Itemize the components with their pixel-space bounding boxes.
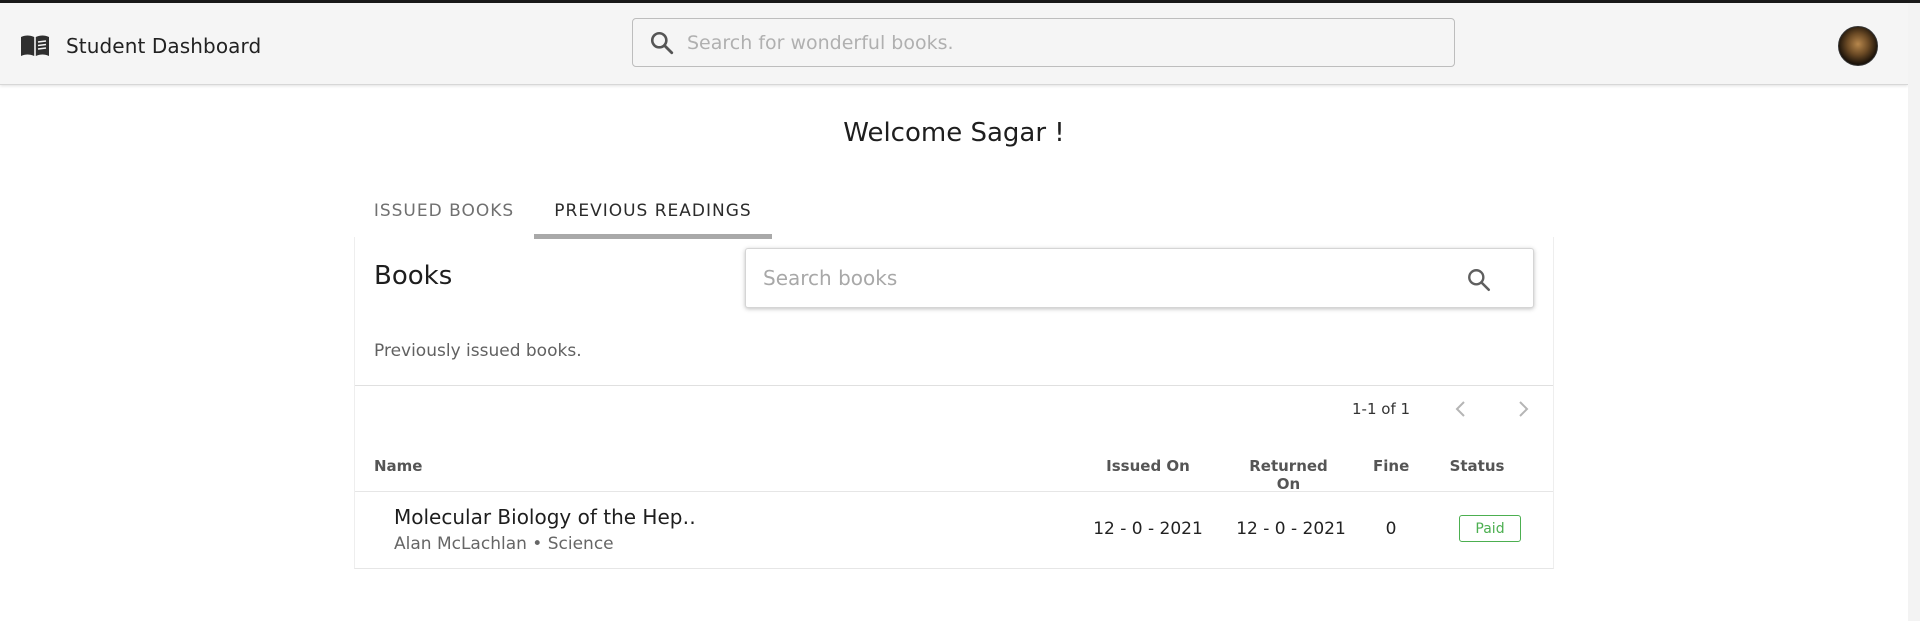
tab-previous-readings[interactable]: PREVIOUS READINGS bbox=[534, 186, 772, 239]
issued-on-date: 12 - 0 - 2021 bbox=[1093, 519, 1203, 539]
table-header: Name Issued On Returned On Fine Status bbox=[355, 445, 1553, 493]
column-returned-on: Returned On bbox=[1249, 457, 1328, 493]
books-subtitle: Previously issued books. bbox=[374, 341, 582, 361]
tab-issued-books[interactable]: ISSUED BOOKS bbox=[354, 186, 534, 236]
book-author-category: Alan McLachlan • Science bbox=[394, 534, 614, 554]
returned-on-date: 12 - 0 - 2021 bbox=[1236, 519, 1346, 539]
tabs: ISSUED BOOKS PREVIOUS READINGS bbox=[354, 186, 772, 239]
app-window: Student Dashboard Welcome Sagar ! ISSUED… bbox=[0, 0, 1920, 621]
books-card: Books Previously issued books. 1-1 of 1 … bbox=[354, 237, 1554, 569]
books-search-box[interactable] bbox=[745, 248, 1534, 308]
card-divider bbox=[355, 385, 1553, 386]
global-search-input[interactable] bbox=[685, 30, 1429, 55]
user-avatar[interactable] bbox=[1838, 26, 1878, 66]
welcome-heading: Welcome Sagar ! bbox=[843, 118, 1065, 148]
table-row[interactable]: Molecular Biology of the Hep… Alan McLac… bbox=[355, 492, 1553, 568]
column-fine: Fine bbox=[1373, 457, 1410, 475]
books-search-input[interactable] bbox=[761, 265, 1455, 291]
column-status: Status bbox=[1449, 457, 1505, 475]
status-badge: Paid bbox=[1459, 515, 1521, 542]
book-open-icon bbox=[21, 35, 49, 56]
page-range: 1-1 of 1 bbox=[1352, 400, 1411, 418]
books-title: Books bbox=[374, 261, 453, 291]
column-issued-on: Issued On bbox=[1106, 457, 1190, 475]
fine-amount: 0 bbox=[1385, 519, 1397, 539]
search-icon bbox=[650, 31, 674, 54]
chevron-left-icon[interactable] bbox=[1449, 397, 1473, 421]
column-name: Name bbox=[374, 457, 423, 475]
app-title: Student Dashboard bbox=[66, 34, 262, 58]
global-search-box[interactable] bbox=[632, 18, 1455, 67]
brand: Student Dashboard bbox=[20, 31, 261, 61]
page-scrollbar[interactable] bbox=[1908, 3, 1920, 621]
pagination: 1-1 of 1 bbox=[355, 387, 1553, 431]
book-title: Molecular Biology of the Hep… bbox=[394, 505, 694, 529]
chevron-right-icon[interactable] bbox=[1511, 397, 1535, 421]
search-icon[interactable] bbox=[1466, 267, 1492, 293]
app-bar: Student Dashboard bbox=[0, 3, 1908, 85]
